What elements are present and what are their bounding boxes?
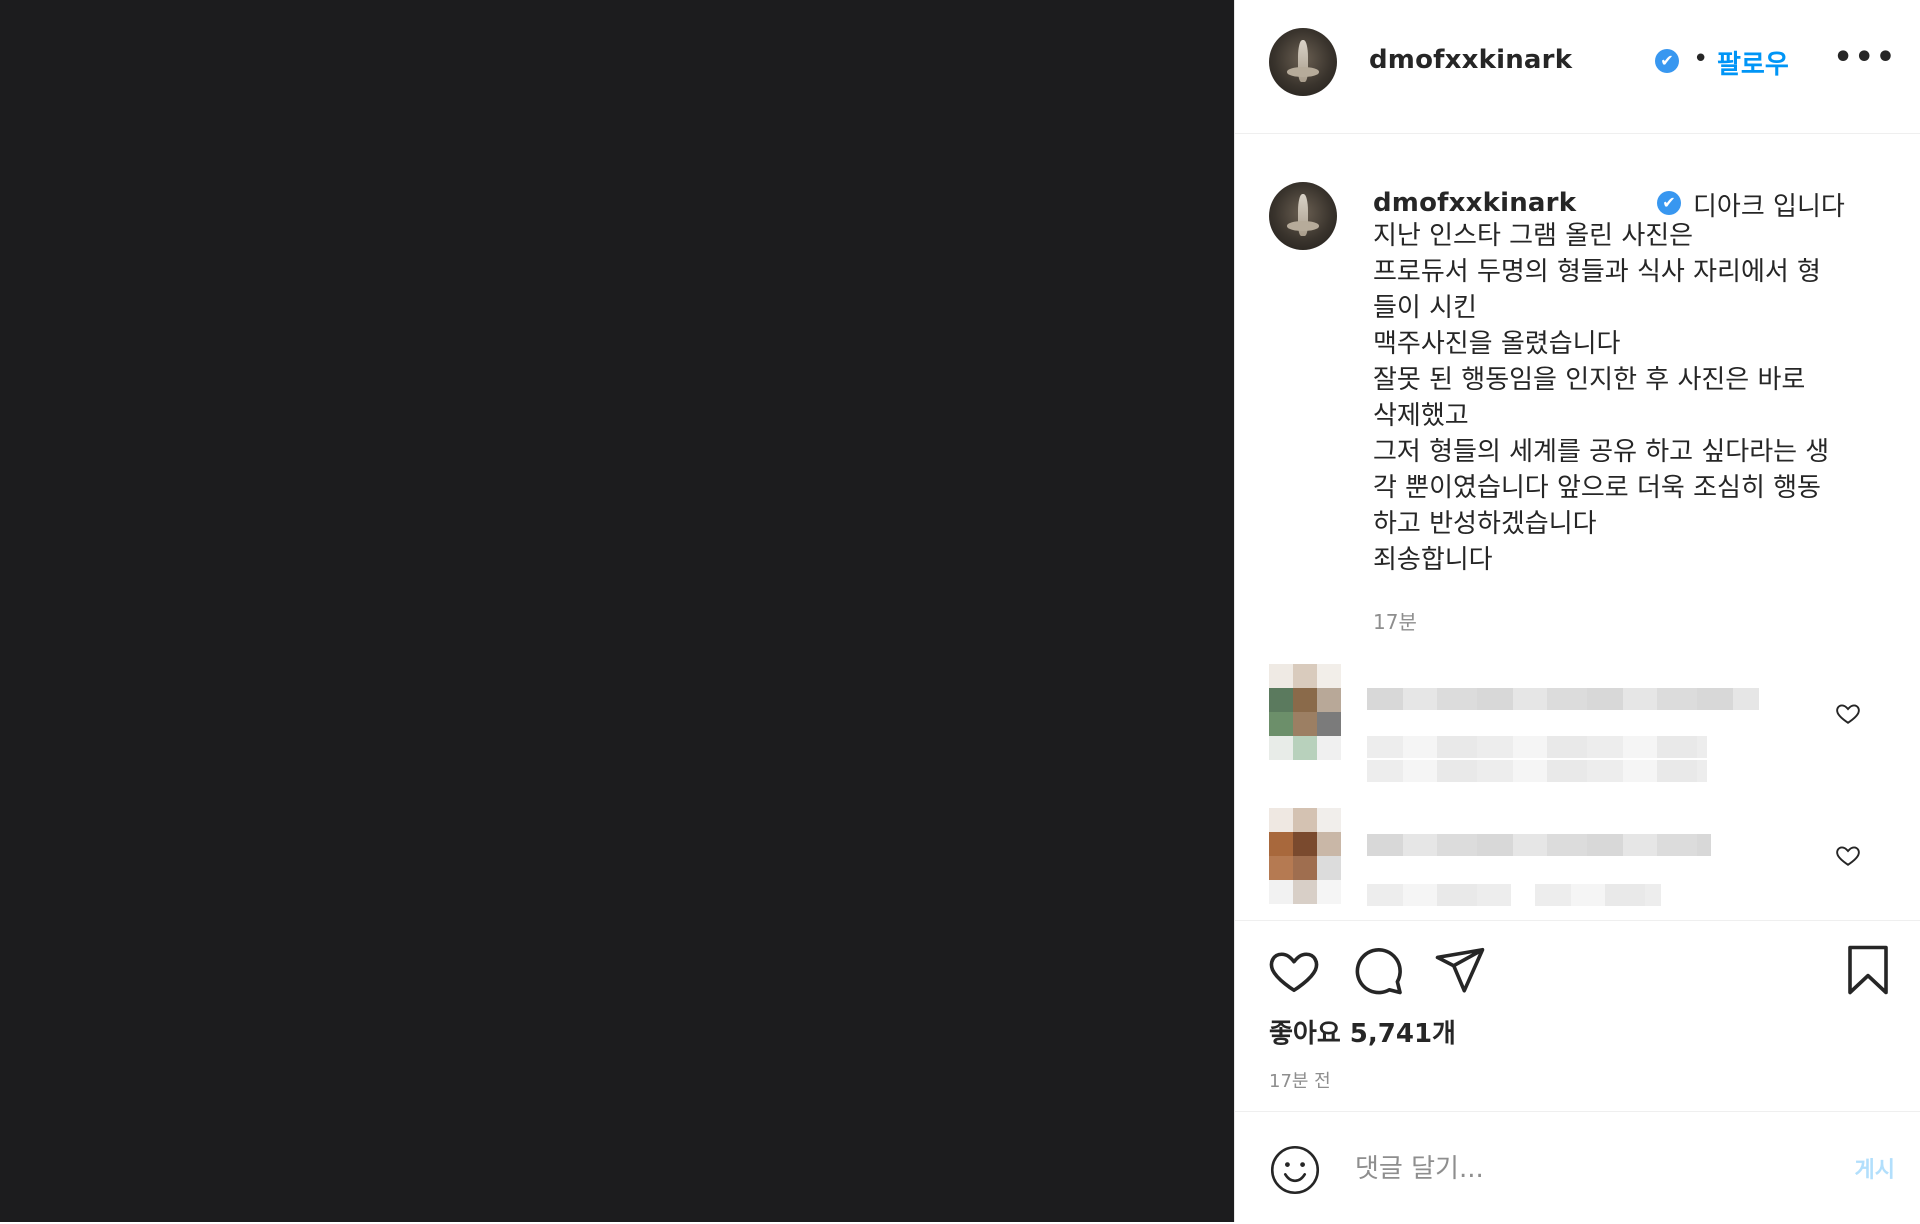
- post-timestamp: 17분 전: [1269, 1071, 1331, 1092]
- separator-dot: •: [1693, 44, 1709, 74]
- more-options-icon[interactable]: •••: [1833, 40, 1897, 75]
- caption-line: 잘못 된 행동임을 인지한 후 사진은 바로: [1373, 365, 1806, 395]
- caption-verified-badge-icon: ✔: [1657, 191, 1681, 215]
- post-comment-button[interactable]: 게시: [1855, 1152, 1895, 1184]
- verified-badge-icon: ✔: [1655, 49, 1679, 73]
- post-actions-section: 좋아요 5,741개 17분 전 게시: [1235, 920, 1920, 1221]
- comment-avatar[interactable]: [1269, 808, 1341, 904]
- blurred-comment-text: [1367, 760, 1707, 782]
- blurred-comment-text: [1367, 736, 1707, 758]
- comment-like-heart-icon[interactable]: [1835, 700, 1861, 726]
- blurred-comment-text: [1367, 834, 1711, 856]
- comment-icon[interactable]: [1351, 943, 1405, 997]
- caption-line: 그저 형들의 세계를 공유 하고 싶다라는 생: [1373, 437, 1830, 467]
- caption-username[interactable]: dmofxxkinark: [1373, 188, 1576, 218]
- comment-avatar[interactable]: [1269, 664, 1341, 760]
- paper-plane-icon[interactable]: [1433, 943, 1487, 997]
- post-header: dmofxxkinark ✔ • 팔로우 •••: [1235, 0, 1920, 134]
- heart-icon[interactable]: [1267, 943, 1321, 997]
- caption-text: 지난 인스타 그램 올린 사진은 프로듀서 두명의 형들과 식사 자리에서 형 …: [1373, 218, 1893, 578]
- caption-line: 삭제했고: [1373, 401, 1469, 431]
- post-side-panel: dmofxxkinark ✔ • 팔로우 ••• dmofxxkinark ✔ …: [1234, 0, 1920, 1222]
- follow-button[interactable]: 팔로우: [1717, 44, 1789, 81]
- comment-bar: 게시: [1235, 1111, 1920, 1224]
- smiley-icon[interactable]: [1269, 1144, 1321, 1196]
- post-media[interactable]: [0, 0, 1234, 1222]
- caption-line: 맥주사진을 올렸습니다: [1373, 329, 1621, 359]
- likes-count[interactable]: 좋아요 5,741개: [1269, 1013, 1456, 1050]
- blurred-comment-text: [1535, 884, 1661, 906]
- caption-line: 하고 반성하겠습니다: [1373, 509, 1597, 539]
- author-avatar[interactable]: [1269, 28, 1337, 96]
- caption-line: 들이 시킨: [1373, 293, 1477, 323]
- caption-author-avatar[interactable]: [1269, 182, 1337, 250]
- caption-line: 각 뿐이였습니다 앞으로 더욱 조심히 행동: [1373, 473, 1821, 503]
- author-username[interactable]: dmofxxkinark: [1369, 45, 1572, 75]
- bookmark-icon[interactable]: [1841, 943, 1895, 997]
- caption-line: 지난 인스타 그램 올린 사진은: [1373, 221, 1694, 251]
- comment-like-heart-icon[interactable]: [1835, 842, 1861, 868]
- comment-input[interactable]: [1353, 1148, 1777, 1190]
- caption-line: 죄송합니다: [1373, 545, 1493, 575]
- caption-timestamp: 17분: [1373, 610, 1417, 634]
- blurred-comment-text: [1367, 688, 1759, 710]
- caption-line: 프로듀서 두명의 형들과 식사 자리에서 형: [1373, 257, 1821, 287]
- blurred-comment-text: [1367, 884, 1511, 906]
